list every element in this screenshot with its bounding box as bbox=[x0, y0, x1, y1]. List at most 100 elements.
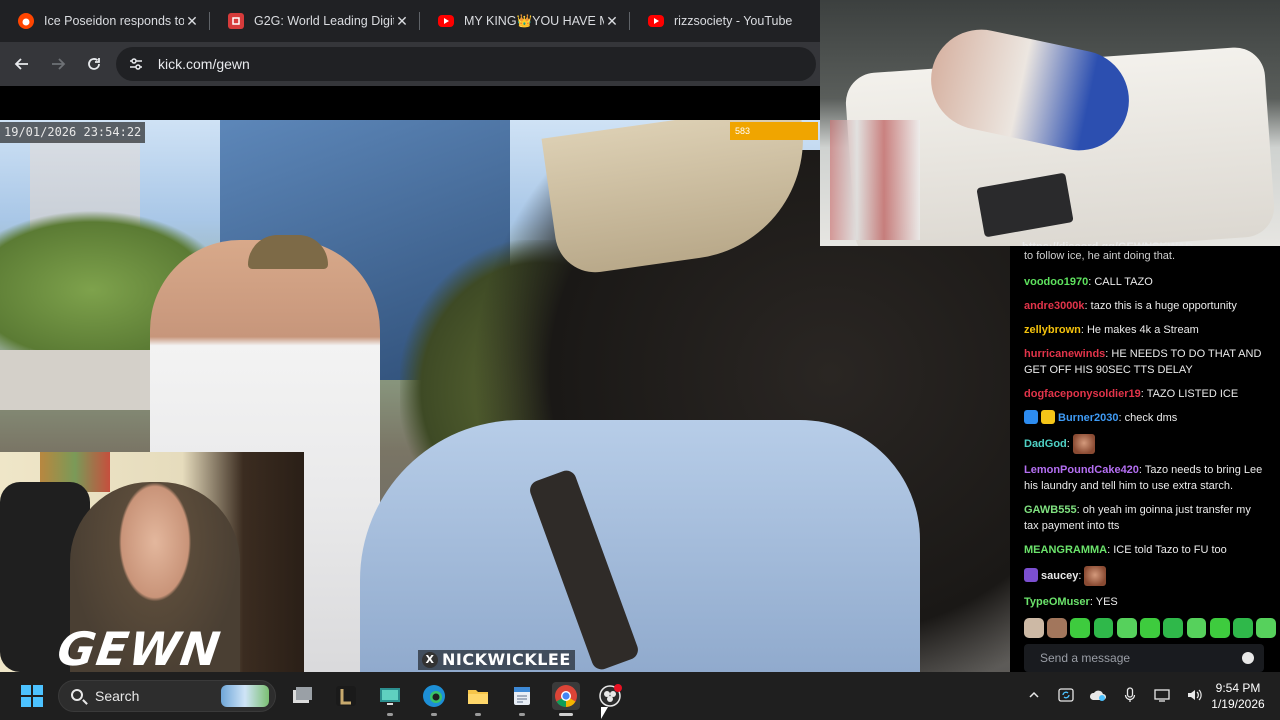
g2g-icon bbox=[228, 13, 244, 29]
taskbar-search[interactable]: Search bbox=[58, 680, 276, 712]
chat-emote-icon bbox=[1084, 566, 1107, 586]
x-logo-icon: X bbox=[422, 652, 438, 668]
chat-username[interactable]: zellybrown bbox=[1024, 324, 1081, 336]
video-scene-cap bbox=[248, 235, 328, 269]
running-indicator bbox=[475, 713, 481, 716]
chat-username[interactable]: DadGod bbox=[1024, 438, 1067, 450]
emote-green-icon[interactable] bbox=[1233, 618, 1253, 638]
back-button[interactable] bbox=[4, 46, 40, 82]
watermark-handle: NICKWICKLEE bbox=[442, 650, 571, 669]
tab-title: G2G: World Leading Digit bbox=[254, 14, 394, 28]
windows-logo-icon bbox=[21, 685, 43, 707]
emote-green-icon[interactable] bbox=[1070, 618, 1091, 638]
user-badge-icon bbox=[1024, 410, 1038, 424]
emote-green-icon[interactable] bbox=[1209, 618, 1230, 638]
clock-time: 9:54 PM bbox=[1215, 681, 1261, 695]
chat-username[interactable]: TypeOMuser bbox=[1024, 596, 1090, 608]
goal-progress-bar: 583 bbox=[730, 122, 818, 140]
edge-browser-icon[interactable] bbox=[420, 682, 448, 710]
chat-message: TypeOMuser: YES bbox=[1024, 594, 1268, 610]
user-badge-icon bbox=[1041, 410, 1055, 424]
tab-g2g[interactable]: G2G: World Leading Digit ✕ bbox=[210, 0, 420, 42]
file-explorer-icon[interactable] bbox=[464, 682, 492, 710]
chat-username[interactable]: saucey bbox=[1041, 570, 1078, 582]
chat-username[interactable]: GAWB555 bbox=[1024, 504, 1077, 516]
sync-icon[interactable] bbox=[1050, 687, 1082, 706]
pip-scene-bottles bbox=[830, 120, 920, 240]
tab-close-icon[interactable]: ✕ bbox=[604, 13, 620, 30]
chat-message-input[interactable]: Send a message bbox=[1024, 644, 1264, 672]
site-info-icon[interactable] bbox=[128, 56, 144, 72]
youtube-icon bbox=[438, 15, 454, 27]
search-label: Search bbox=[95, 688, 140, 704]
chat-message: zellybrown: He makes 4k a Stream bbox=[1024, 322, 1268, 338]
video-scene-shirt bbox=[360, 420, 920, 672]
chat-message: DadGod: bbox=[1024, 434, 1268, 454]
active-indicator bbox=[559, 713, 573, 716]
emote-cat-icon[interactable] bbox=[1024, 618, 1044, 638]
chevron-up-icon[interactable] bbox=[1018, 688, 1050, 704]
start-button[interactable] bbox=[18, 682, 46, 710]
monitor-app-icon[interactable] bbox=[376, 682, 404, 710]
chat-message: GAWB555: oh yeah im goinna just transfer… bbox=[1024, 502, 1268, 534]
chat-username[interactable]: andre3000k bbox=[1024, 300, 1085, 312]
emote-green-icon[interactable] bbox=[1256, 618, 1277, 638]
chat-text: ICE told Tazo to FU too bbox=[1113, 544, 1227, 556]
running-indicator bbox=[431, 713, 437, 716]
cloud-icon[interactable] bbox=[1082, 688, 1114, 705]
chat-message: dogfaceponysoldier19: TAZO LISTED ICE bbox=[1024, 386, 1268, 402]
chat-text: check dms bbox=[1124, 412, 1178, 424]
browser-toolbar: kick.com/gewn bbox=[0, 42, 820, 86]
tab-rizzsociety[interactable]: rizzsociety - YouTube bbox=[630, 0, 820, 42]
address-bar[interactable]: kick.com/gewn bbox=[116, 47, 816, 81]
emote-green-icon[interactable] bbox=[1093, 618, 1114, 638]
reddit-icon bbox=[18, 13, 34, 29]
tab-close-icon[interactable]: ✕ bbox=[394, 13, 410, 30]
chat-username[interactable]: dogfaceponysoldier19 bbox=[1024, 388, 1141, 400]
chat-text: TAZO LISTED ICE bbox=[1146, 388, 1239, 400]
emote-green-icon[interactable] bbox=[1163, 618, 1184, 638]
microphone-icon[interactable] bbox=[1114, 686, 1146, 706]
emote-dog-icon[interactable] bbox=[1047, 618, 1067, 638]
running-indicator bbox=[519, 713, 525, 716]
emoji-picker-icon[interactable] bbox=[1242, 652, 1254, 664]
task-view-icon[interactable] bbox=[288, 682, 316, 710]
emote-green-icon[interactable] bbox=[1116, 618, 1137, 638]
emote-green-icon[interactable] bbox=[1140, 618, 1160, 638]
chat-username[interactable]: voodoo1970 bbox=[1024, 276, 1088, 288]
forward-button[interactable] bbox=[40, 46, 76, 82]
chat-username[interactable]: hurricanewinds bbox=[1024, 348, 1105, 360]
search-icon bbox=[71, 689, 83, 701]
clock-date: 1/19/2026 bbox=[1211, 697, 1265, 711]
obs-studio-icon[interactable] bbox=[596, 682, 624, 710]
chat-separator: : bbox=[1066, 437, 1073, 450]
system-tray bbox=[1018, 672, 1210, 720]
x-handle-watermark: X NICKWICKLEE bbox=[418, 650, 575, 670]
chat-username[interactable]: LemonPoundCake420 bbox=[1024, 464, 1139, 476]
running-indicator bbox=[387, 713, 393, 716]
back-arrow-icon bbox=[14, 58, 28, 70]
chat-username[interactable]: MEANGRAMMA bbox=[1024, 544, 1107, 556]
network-icon[interactable] bbox=[1146, 687, 1178, 706]
chat-input-placeholder: Send a message bbox=[1040, 651, 1131, 665]
emote-green-icon[interactable] bbox=[1186, 618, 1207, 638]
mouse-cursor bbox=[601, 707, 608, 719]
forward-arrow-icon bbox=[52, 58, 66, 70]
video-timestamp: 19/01/2026 23:54:22 bbox=[0, 122, 146, 143]
taskbar-clock[interactable]: 9:54 PM 1/19/2026 bbox=[1202, 680, 1274, 712]
channel-overlay-title: GEWN bbox=[54, 622, 225, 676]
league-app-icon[interactable] bbox=[332, 682, 360, 710]
notepad-app-icon[interactable] bbox=[508, 682, 536, 710]
tab-close-icon[interactable]: ✕ bbox=[184, 13, 200, 30]
tab-my-king[interactable]: MY KING👑YOU HAVE M ✕ bbox=[420, 0, 630, 42]
chat-message: Burner2030: check dms bbox=[1024, 410, 1268, 426]
tab-ice-poseidon[interactable]: Ice Poseidon responds to ✕ bbox=[0, 0, 210, 42]
chat-text: tazo this is a huge opportunity bbox=[1090, 300, 1237, 312]
chat-username[interactable]: Burner2030 bbox=[1058, 412, 1119, 424]
chrome-browser-icon[interactable] bbox=[552, 682, 580, 710]
reload-button[interactable] bbox=[76, 46, 112, 82]
chat-text: CALL TAZO bbox=[1094, 276, 1153, 288]
screen: Ice Poseidon responds to ✕ G2G: World Le… bbox=[0, 0, 1280, 720]
search-highlight-image bbox=[221, 685, 269, 707]
url-text: kick.com/gewn bbox=[158, 56, 250, 72]
